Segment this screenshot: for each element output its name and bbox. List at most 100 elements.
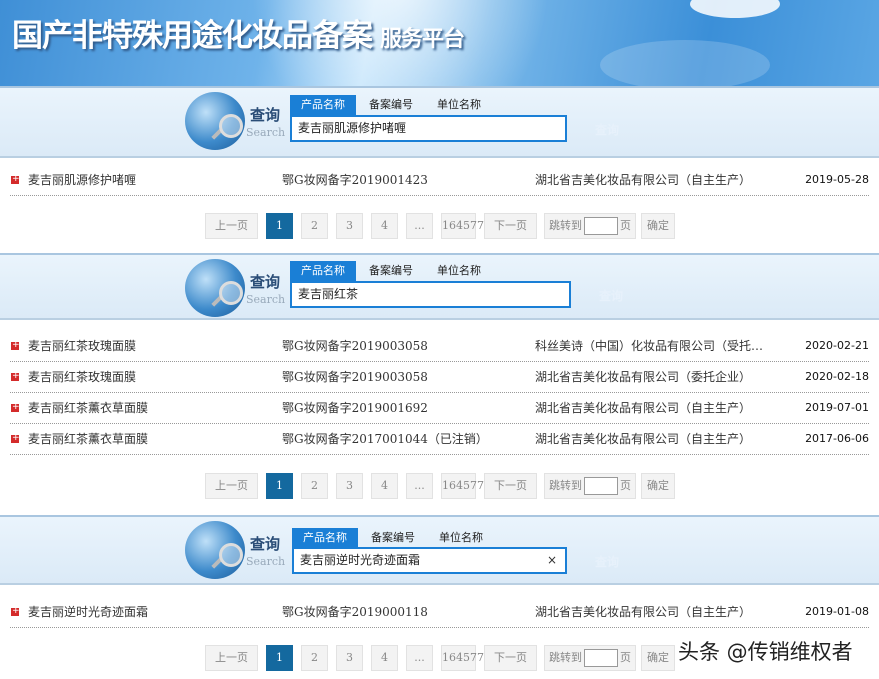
page-button[interactable]: 3 [336, 213, 363, 239]
search-tab-0[interactable]: 产品名称 [292, 528, 358, 548]
page-button[interactable]: 3 [336, 473, 363, 499]
search-tab-0[interactable]: 产品名称 [290, 95, 356, 115]
search-label: Search [246, 293, 285, 306]
watermark: 头条 @传销维权者 [678, 636, 853, 666]
page-button[interactable]: 164577 [441, 473, 476, 499]
page-button[interactable]: ... [406, 213, 433, 239]
page-button[interactable]: 1 [266, 645, 293, 671]
expand-icon[interactable] [11, 373, 19, 381]
company-name: 湖北省吉美化妆品有限公司（自主生产） [535, 393, 775, 423]
search-globe-icon [185, 259, 245, 317]
site-title: 国产非特殊用途化妆品备案服务平台 [12, 10, 464, 55]
search-tab-1[interactable]: 备案编号 [358, 261, 424, 281]
jump-label: 跳转到 [549, 651, 582, 664]
company-name: 湖北省吉美化妆品有限公司（自主生产） [535, 165, 775, 195]
next-page-button[interactable]: 下一页 [484, 473, 537, 499]
company-name: 湖北省吉美化妆品有限公司（自主生产） [535, 424, 775, 454]
page-button[interactable]: 1 [266, 213, 293, 239]
jump-box: 跳转到 页 [544, 645, 636, 671]
jump-page-input[interactable] [584, 649, 618, 667]
next-page-button[interactable]: 下一页 [484, 213, 537, 239]
record-date: 2020-02-21 [805, 331, 869, 361]
record-date: 2019-05-28 [805, 165, 869, 195]
search-tab-0[interactable]: 产品名称 [290, 261, 356, 281]
jump-box: 跳转到页 [544, 473, 636, 499]
prev-page-button[interactable]: 上一页 [205, 645, 258, 671]
product-name[interactable]: 麦吉丽逆时光奇迹面霜 [28, 597, 148, 627]
product-name[interactable]: 麦吉丽红茶薰衣草面膜 [28, 424, 148, 454]
clear-icon[interactable]: × [547, 549, 557, 572]
search-tab-1[interactable]: 备案编号 [358, 95, 424, 115]
company-name: 湖北省吉美化妆品有限公司（自主生产） [535, 597, 775, 627]
page-button[interactable]: ... [406, 473, 433, 499]
record-number: 鄂G妆网备字2019003058 [282, 331, 428, 361]
confirm-button[interactable]: 确定 [641, 645, 675, 671]
product-name[interactable]: 麦吉丽红茶玫瑰面膜 [28, 331, 136, 361]
record-number: 鄂G妆网备字2019003058 [282, 362, 428, 392]
company-name: 科丝美诗（中国）化妆品有限公司（受托… [535, 331, 775, 361]
site-title-text: 国产非特殊用途化妆品备案 [12, 18, 372, 54]
result-row[interactable]: 麦吉丽肌源修护啫喱 鄂G妆网备字2019001423 湖北省吉美化妆品有限公司（… [10, 165, 869, 196]
jump-label: 跳转到 [549, 219, 582, 232]
next-page-button[interactable]: 下一页 [484, 645, 537, 671]
query-label: 查询 [250, 271, 280, 292]
page-button[interactable]: 2 [301, 213, 328, 239]
page-button[interactable]: 164577 [441, 645, 476, 671]
search-button[interactable]: 查询 [595, 553, 619, 570]
result-row[interactable]: 麦吉丽逆时光奇迹面霜 鄂G妆网备字2019000118 湖北省吉美化妆品有限公司… [10, 597, 869, 628]
record-number: 鄂G妆网备字2019000118 [282, 597, 428, 627]
page-suffix: 页 [620, 219, 631, 232]
search-button[interactable]: 查询 [595, 121, 619, 138]
site-banner: 国产非特殊用途化妆品备案服务平台 [0, 0, 879, 86]
record-date: 2019-01-08 [805, 597, 869, 627]
search-input[interactable]: 麦吉丽红茶 [290, 281, 571, 308]
expand-icon[interactable] [11, 342, 19, 350]
expand-icon[interactable] [11, 435, 19, 443]
page-button[interactable]: ... [406, 645, 433, 671]
page-button[interactable]: 3 [336, 645, 363, 671]
page-button[interactable]: 164577 [441, 213, 476, 239]
query-label: 查询 [250, 104, 280, 125]
result-row[interactable]: 麦吉丽红茶薰衣草面膜 鄂G妆网备字2017001044（已注销） 湖北省吉美化妆… [10, 424, 869, 455]
page-button[interactable]: 4 [371, 213, 398, 239]
confirm-button[interactable]: 确定 [641, 473, 675, 499]
jump-box: 跳转到 页 [544, 213, 636, 239]
search-label: Search [246, 555, 285, 568]
page-button[interactable]: 2 [301, 473, 328, 499]
search-input-value: 麦吉丽红茶 [298, 287, 358, 301]
prev-page-button[interactable]: 上一页 [205, 473, 258, 499]
record-number: 鄂G妆网备字2017001044（已注销） [282, 424, 488, 454]
product-name[interactable]: 麦吉丽红茶玫瑰面膜 [28, 362, 136, 392]
search-button[interactable]: 查询 [599, 287, 623, 304]
banner-cloud [690, 0, 780, 18]
jump-page-input[interactable] [584, 477, 618, 495]
search-globe-icon [185, 92, 245, 150]
result-row[interactable]: 麦吉丽红茶薰衣草面膜 鄂G妆网备字2019001692 湖北省吉美化妆品有限公司… [10, 393, 869, 424]
page-suffix: 页 [620, 651, 631, 664]
confirm-button[interactable]: 确定 [641, 213, 675, 239]
expand-icon[interactable] [11, 176, 19, 184]
prev-page-button[interactable]: 上一页 [205, 213, 258, 239]
record-date: 2020-02-18 [805, 362, 869, 392]
page-button[interactable]: 4 [371, 473, 398, 499]
search-input[interactable]: 麦吉丽逆时光奇迹面霜× [292, 547, 567, 574]
search-tab-2[interactable]: 单位名称 [426, 261, 492, 281]
page-button[interactable]: 1 [266, 473, 293, 499]
search-globe-icon [185, 521, 245, 579]
banner-map [600, 40, 770, 86]
product-name[interactable]: 麦吉丽红茶薰衣草面膜 [28, 393, 148, 423]
page-button[interactable]: 2 [301, 645, 328, 671]
search-input[interactable]: 麦吉丽肌源修护啫喱 [290, 115, 567, 142]
search-tab-1[interactable]: 备案编号 [360, 528, 426, 548]
jump-page-input[interactable] [584, 217, 618, 235]
record-date: 2017-06-06 [805, 424, 869, 454]
jump-label: 跳转到 [549, 479, 582, 492]
expand-icon[interactable] [11, 608, 19, 616]
expand-icon[interactable] [11, 404, 19, 412]
page-button[interactable]: 4 [371, 645, 398, 671]
result-row[interactable]: 麦吉丽红茶玫瑰面膜 鄂G妆网备字2019003058 科丝美诗（中国）化妆品有限… [10, 331, 869, 362]
search-tab-2[interactable]: 单位名称 [428, 528, 494, 548]
result-row[interactable]: 麦吉丽红茶玫瑰面膜 鄂G妆网备字2019003058 湖北省吉美化妆品有限公司（… [10, 362, 869, 393]
search-tab-2[interactable]: 单位名称 [426, 95, 492, 115]
product-name[interactable]: 麦吉丽肌源修护啫喱 [28, 165, 136, 195]
